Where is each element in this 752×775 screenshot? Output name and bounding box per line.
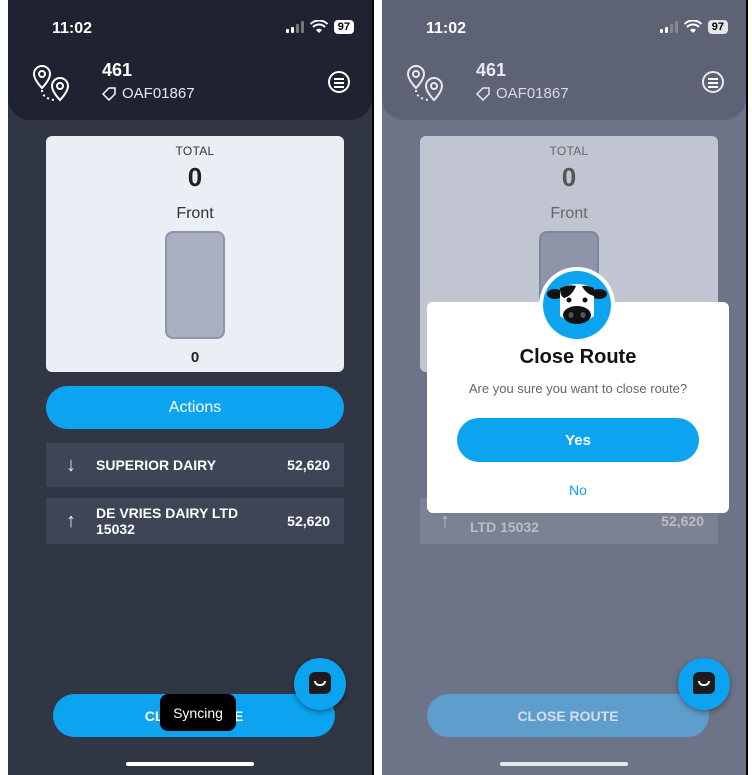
total-value: 0 (187, 162, 203, 192)
chat-button[interactable] (678, 658, 730, 710)
yes-button[interactable]: Yes (457, 418, 699, 462)
compartment-label: Front (550, 205, 588, 222)
divider (372, 0, 374, 775)
wifi-icon (309, 20, 328, 33)
route-number: 461 (102, 60, 133, 80)
status-bar: 11:02 97 (382, 0, 746, 50)
no-button[interactable]: No (427, 482, 729, 498)
status-icons: 97 (659, 20, 728, 34)
supplier-amount: 52,620 (287, 513, 330, 529)
route-code-text: OAF01867 (496, 85, 569, 102)
route-code: OAF01867 (476, 85, 569, 102)
divider (746, 0, 748, 775)
tag-icon (476, 86, 490, 101)
tag-icon (102, 86, 116, 101)
supplier-amount: 52,620 (661, 513, 704, 529)
status-time: 11:02 (426, 20, 467, 37)
cow-icon (539, 267, 615, 343)
supplier-row[interactable]: ↑ DE VRIES DAIRY LTD 15032 52,620 (46, 498, 344, 544)
total-label: TOTAL (549, 144, 589, 158)
phone-screen-left: 11:02 97 461 OAF01867 TOTAL 0 Front 0 Ac… (8, 0, 372, 775)
dialog-message: Are you sure you want to close route? (468, 381, 688, 396)
battery-icon: 97 (707, 20, 728, 34)
close-route-button[interactable]: CLOSE ROUTE (427, 694, 709, 737)
signal-icon (285, 21, 304, 33)
route-number: 461 (476, 60, 507, 80)
menu-button[interactable] (702, 71, 724, 93)
route-pins-icon (32, 64, 70, 102)
wifi-icon (683, 20, 702, 33)
route-code-text: OAF01867 (122, 85, 195, 102)
actions-button[interactable]: Actions (46, 386, 344, 429)
compartment-tank (165, 231, 225, 339)
route-code: OAF01867 (102, 85, 195, 102)
home-indicator (500, 762, 628, 766)
phone-screen-right: 11:02 97 461 OAF01867 TOTAL 0 Front ↑ LT… (382, 0, 746, 775)
compartment-label: Front (176, 205, 214, 222)
menu-button[interactable] (328, 71, 350, 93)
supplier-amount: 52,620 (287, 457, 330, 473)
route-pins-icon (406, 64, 444, 102)
supplier-name: DE VRIES DAIRY LTD 15032 (96, 505, 239, 537)
total-label: TOTAL (175, 144, 215, 158)
total-card: TOTAL 0 Front 0 (46, 136, 344, 372)
compartment-value: 0 (190, 349, 200, 366)
status-bar: 11:02 97 (8, 0, 372, 50)
signal-icon (659, 21, 678, 33)
supplier-name: SUPERIOR DAIRY (96, 457, 217, 473)
chat-icon (693, 672, 715, 694)
down-arrow-icon: ↓ (66, 453, 76, 476)
home-indicator (126, 762, 254, 766)
status-icons: 97 (285, 20, 354, 34)
syncing-toast: Syncing (160, 694, 236, 731)
battery-icon: 97 (333, 20, 354, 34)
dialog-title: Close Route (519, 346, 637, 368)
chat-button[interactable] (294, 658, 346, 710)
total-value: 0 (561, 162, 577, 192)
supplier-row[interactable]: ↓ SUPERIOR DAIRY 52,620 (46, 443, 344, 487)
route-header: 11:02 97 461 OAF01867 (382, 0, 746, 120)
chat-icon (309, 672, 331, 694)
route-header: 11:02 97 461 OAF01867 (8, 0, 372, 120)
up-arrow-icon: ↑ (66, 509, 76, 532)
status-time: 11:02 (52, 20, 93, 37)
